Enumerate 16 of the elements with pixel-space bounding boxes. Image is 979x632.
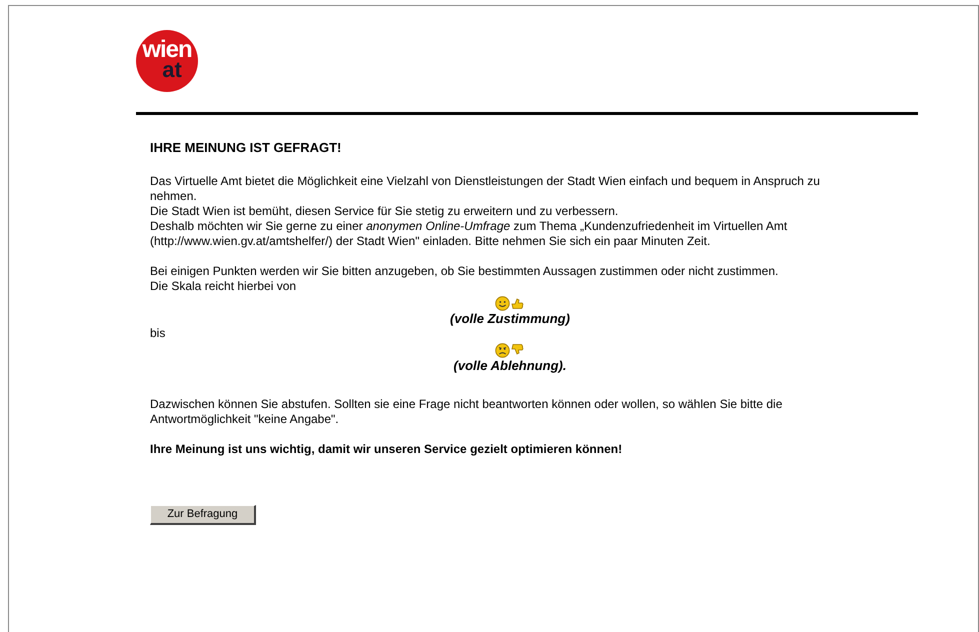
explanation-text: Dazwischen können Sie abstufen. Sollten sie eine Frage nicht beantworten können oder wollen, so wählen Sie bitte die Antwortmöglichkeit "keine Angabe". [150, 397, 784, 427]
scale-label: (volle Zustimmung) [450, 311, 570, 326]
paragraph: bis [150, 326, 166, 341]
logo-text: at [162, 58, 182, 80]
paragraph: Die Stadt Wien ist bemüht, diesen Service für Sie stetig zu erweitern und zu verbessern. [150, 204, 620, 219]
logo-text: wien [142, 38, 192, 62]
paragraph: Deshalb möchten wir Sie gerne zu einer anonymen Online-Umfrage zum Thema „Kundenzufriedenheit im Virtuellen Amt (http://www.wien.gv.at/amtshelfer/) der Stadt Wien" einladen. Bitte nehmen Sie sich ein paar Minuten Zeit. [150, 219, 788, 249]
frowning-thumbs-down-icon [495, 343, 525, 358]
survey-button[interactable]: Zur Befragung [150, 505, 256, 525]
scale-label: (volle Ablehnung). [454, 358, 566, 373]
paragraph: Bei einigen Punkten werden wir Sie bitten anzugeben, ob Sie bestimmten Aussagen zustimmen oder nicht zustimmen. [150, 264, 778, 279]
smiley-thumbs-up-icon [495, 296, 525, 311]
paragraph: Die Skala reicht hierbei von [150, 279, 296, 294]
paragraph: Das Virtuelle Amt bietet die Möglichkeit eine Vielzahl von Dienstleistungen der Stadt Wien einfach und bequem in Anspruch zu nehmen. [150, 174, 821, 204]
closing-text: Ihre Meinung ist uns wichtig, damit wir unseren Service gezielt optimieren können! [150, 442, 622, 457]
page-heading: IHRE MEINUNG IST GEFRAGT! [150, 140, 342, 155]
